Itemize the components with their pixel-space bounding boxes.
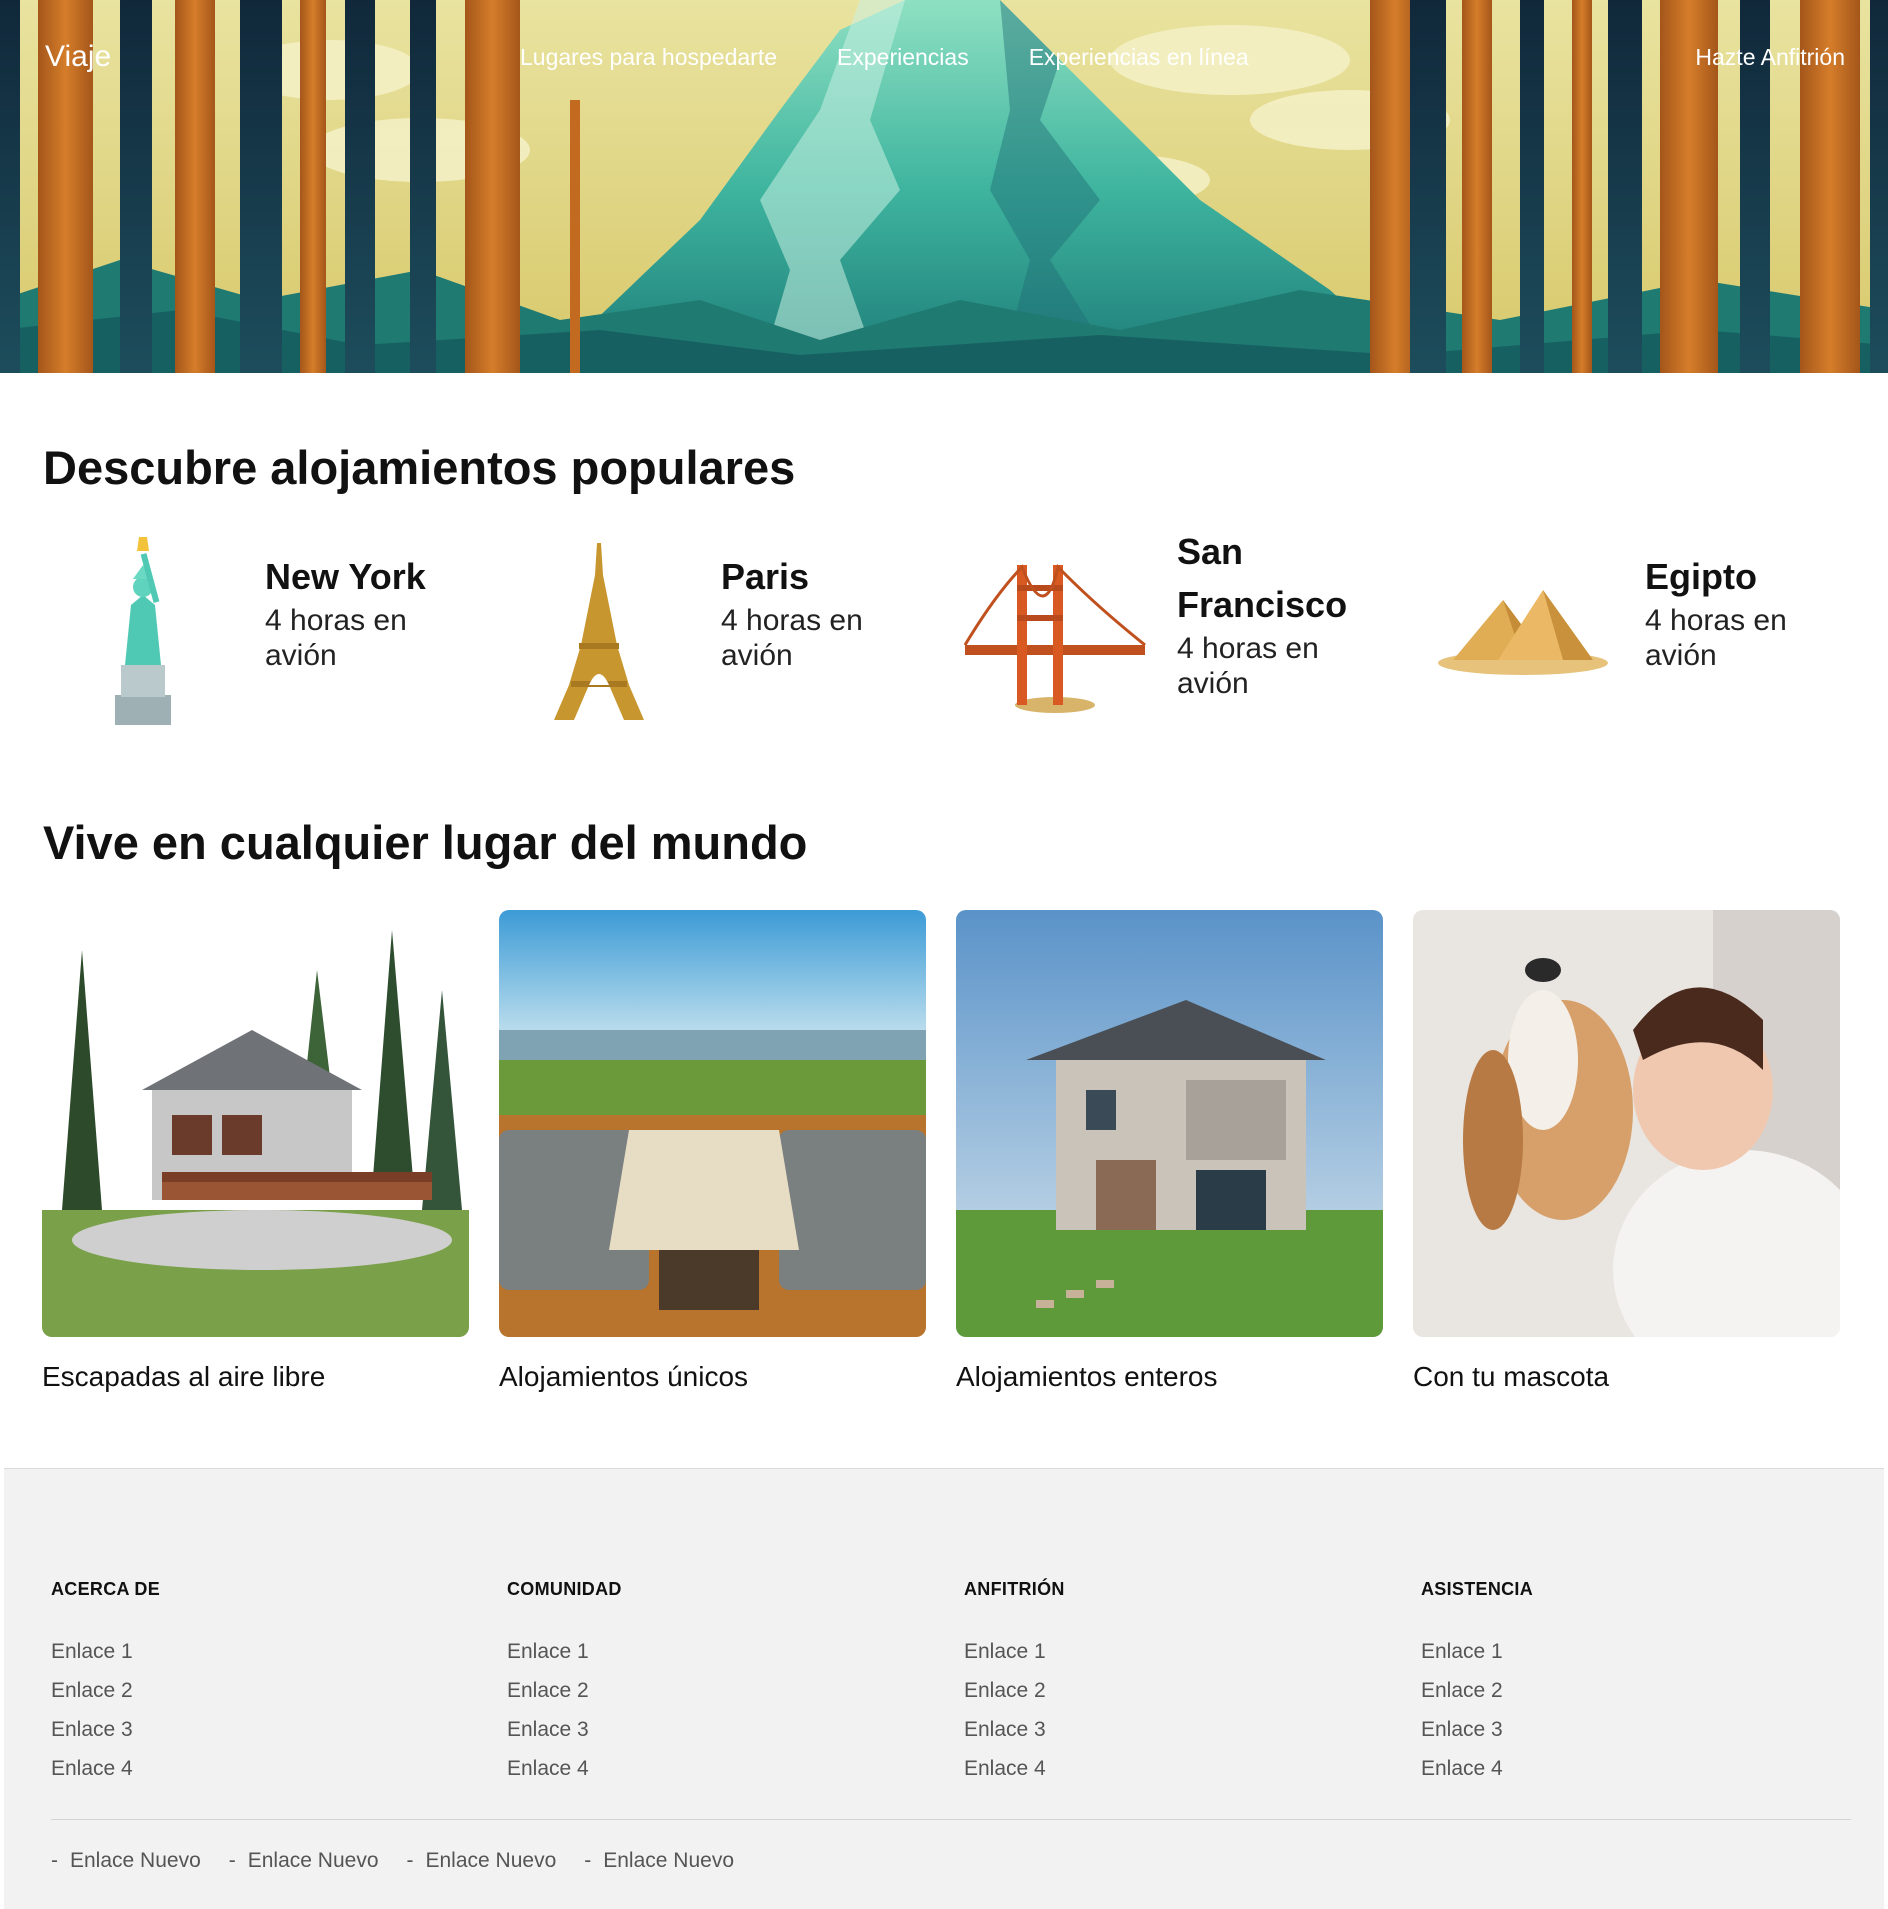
footer-link[interactable]: Enlace 4 bbox=[964, 1749, 1394, 1788]
footer-link[interactable]: Enlace 2 bbox=[507, 1671, 937, 1710]
card-label: Con tu mascota bbox=[1413, 1361, 1610, 1392]
footer-link[interactable]: Enlace 2 bbox=[51, 1671, 481, 1710]
category-cards: Escapadas al aire libre Alojamientos úni… bbox=[42, 910, 1847, 1410]
card-unique-stays[interactable]: Alojamientos únicos bbox=[499, 910, 926, 1393]
site-footer: ACERCA DE Enlace 1 Enlace 2 Enlace 3 Enl… bbox=[4, 1468, 1884, 1909]
footer-link[interactable]: Enlace 3 bbox=[1421, 1710, 1851, 1749]
destination-new-york[interactable]: New York 4 horas en avión bbox=[43, 530, 483, 730]
hero-banner: Viaje Lugares para hospedarte Experienci… bbox=[0, 0, 1888, 373]
card-image-woman-with-dog bbox=[1413, 910, 1840, 1337]
destination-travel-time: 4 horas en avión bbox=[1177, 632, 1319, 700]
footer-link[interactable]: Enlace 3 bbox=[51, 1710, 481, 1749]
footer-link[interactable]: Enlace 3 bbox=[507, 1710, 937, 1749]
live-anywhere-section-title: Vive en cualquier lugar del mundo bbox=[43, 816, 808, 869]
card-outdoor-getaways[interactable]: Escapadas al aire libre bbox=[42, 910, 469, 1393]
footer-column-title: ANFITRIÓN bbox=[964, 1579, 1065, 1599]
destination-name: Paris bbox=[721, 556, 810, 597]
footer-bottom-link[interactable]: - Enlace Nuevo bbox=[407, 1849, 557, 1873]
footer-column-about: ACERCA DE Enlace 1 Enlace 2 Enlace 3 Enl… bbox=[51, 1579, 481, 1788]
top-navbar: Viaje Lugares para hospedarte Experienci… bbox=[0, 0, 1888, 116]
footer-link[interactable]: Enlace 2 bbox=[964, 1671, 1394, 1710]
destination-travel-time: 4 horas en avión bbox=[1645, 604, 1787, 672]
footer-link[interactable]: Enlace 4 bbox=[51, 1749, 481, 1788]
footer-column-title: COMUNIDAD bbox=[507, 1579, 622, 1599]
nav-link-online-experiences[interactable]: Experiencias en línea bbox=[1029, 44, 1249, 71]
card-label: Escapadas al aire libre bbox=[42, 1361, 326, 1392]
card-image-house bbox=[956, 910, 1383, 1337]
destinations-list: New York 4 horas en avión Paris 4 horas … bbox=[43, 530, 1843, 730]
card-entire-homes[interactable]: Alojamientos enteros bbox=[956, 910, 1383, 1393]
footer-column-support: ASISTENCIA Enlace 1 Enlace 2 Enlace 3 En… bbox=[1421, 1579, 1851, 1788]
footer-column-community: COMUNIDAD Enlace 1 Enlace 2 Enlace 3 Enl… bbox=[507, 1579, 937, 1788]
footer-bottom-link[interactable]: - Enlace Nuevo bbox=[229, 1849, 379, 1873]
footer-column-title: ASISTENCIA bbox=[1421, 1579, 1534, 1599]
destination-paris[interactable]: Paris 4 horas en avión bbox=[499, 530, 939, 730]
footer-link[interactable]: Enlace 4 bbox=[507, 1749, 937, 1788]
card-label: Alojamientos únicos bbox=[499, 1361, 749, 1392]
brand-logo[interactable]: Viaje bbox=[45, 40, 111, 74]
statue-of-liberty-icon bbox=[115, 537, 171, 725]
footer-link[interactable]: Enlace 4 bbox=[1421, 1749, 1851, 1788]
popular-section-title: Descubre alojamientos populares bbox=[43, 441, 796, 494]
main-nav: Lugares para hospedarte Experiencias Exp… bbox=[520, 44, 1249, 71]
footer-link[interactable]: Enlace 3 bbox=[964, 1710, 1394, 1749]
card-image-cabin bbox=[42, 910, 469, 1337]
pyramids-icon bbox=[1438, 590, 1608, 675]
footer-column-title: ACERCA DE bbox=[51, 1579, 161, 1599]
card-with-your-pet[interactable]: Con tu mascota bbox=[1413, 910, 1840, 1393]
footer-link[interactable]: Enlace 2 bbox=[1421, 1671, 1851, 1710]
footer-bottom-link[interactable]: - Enlace Nuevo bbox=[584, 1849, 734, 1873]
footer-bottom-links: - Enlace Nuevo - Enlace Nuevo - Enlace Nuev… bbox=[51, 1849, 734, 1873]
become-host-link[interactable]: Hazte Anfitrión bbox=[1695, 44, 1845, 71]
destination-san-francisco[interactable]: San Francisco 4 horas en avión bbox=[955, 530, 1395, 730]
destination-travel-time: 4 horas en avión bbox=[721, 604, 863, 672]
nav-link-experiences[interactable]: Experiencias bbox=[837, 44, 969, 71]
card-label: Alojamientos enteros bbox=[956, 1361, 1218, 1392]
footer-link[interactable]: Enlace 1 bbox=[507, 1632, 937, 1671]
footer-link[interactable]: Enlace 1 bbox=[964, 1632, 1394, 1671]
footer-column-host: ANFITRIÓN Enlace 1 Enlace 2 Enlace 3 Enl… bbox=[964, 1579, 1394, 1788]
destination-travel-time: 4 horas en avión bbox=[265, 604, 407, 672]
destination-name: New York bbox=[265, 556, 426, 597]
card-image-terrace bbox=[499, 910, 926, 1337]
nav-link-stays[interactable]: Lugares para hospedarte bbox=[520, 44, 777, 71]
footer-divider bbox=[51, 1819, 1851, 1820]
golden-gate-bridge-icon bbox=[963, 563, 1146, 713]
destination-name: San Francisco bbox=[1177, 531, 1348, 625]
footer-bottom-link[interactable]: - Enlace Nuevo bbox=[51, 1849, 201, 1873]
footer-link[interactable]: Enlace 1 bbox=[51, 1632, 481, 1671]
destination-name: Egipto bbox=[1645, 556, 1757, 597]
eiffel-tower-icon bbox=[554, 543, 644, 720]
footer-link[interactable]: Enlace 1 bbox=[1421, 1632, 1851, 1671]
destination-egipto[interactable]: Egipto 4 horas en avión bbox=[1423, 530, 1863, 730]
